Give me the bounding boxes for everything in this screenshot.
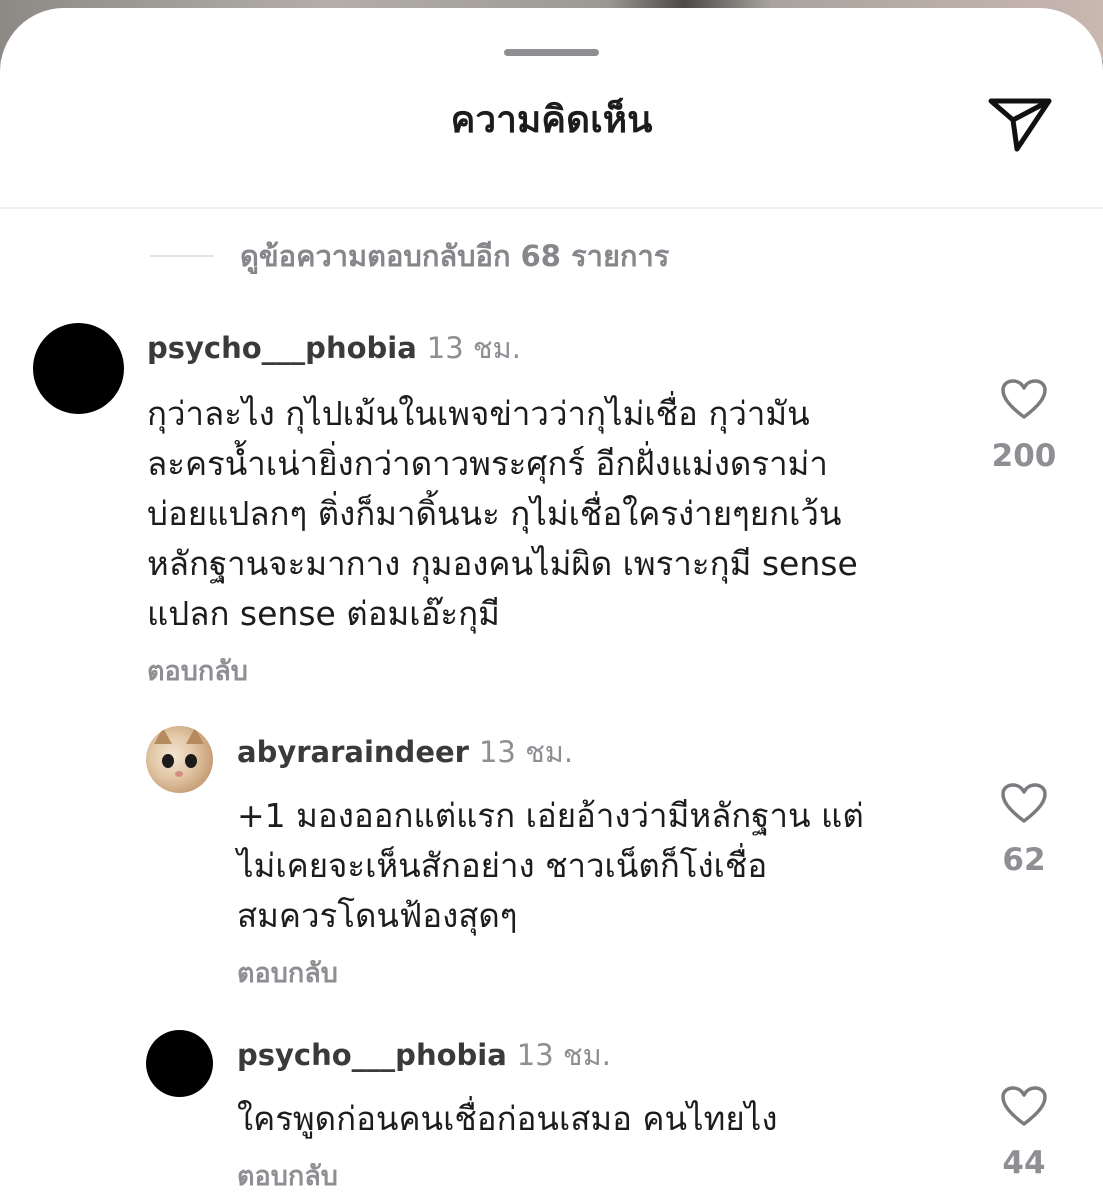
view-more-replies-button[interactable]: ดูข้อความตอบกลับอีก 68 รายการ bbox=[150, 236, 669, 276]
drag-handle[interactable] bbox=[504, 49, 599, 56]
comment-text-line: กุว่าละไง กุไปเม้นในเพจข่าวว่ากุไม่เชื่อ… bbox=[147, 394, 810, 433]
comment-timestamp: 13 ชม. bbox=[426, 331, 521, 365]
comment-text-line: หลักฐานจะมากาง กุมองคนไม่ผิด เพราะกุมี s… bbox=[147, 544, 858, 583]
header-divider bbox=[0, 207, 1103, 209]
reply-button[interactable]: ตอบกลับ bbox=[237, 957, 338, 991]
avatar[interactable] bbox=[146, 1030, 213, 1097]
heart-icon bbox=[1001, 783, 1047, 823]
paper-plane-icon bbox=[988, 98, 1052, 152]
comment-text: ใครพูดก่อนคนเชื่อก่อนเสมอ คนไทยไง bbox=[237, 1094, 777, 1144]
comment-timestamp: 13 ชม. bbox=[478, 735, 574, 769]
reply-button[interactable]: ตอบกลับ bbox=[147, 655, 248, 689]
username-text[interactable]: abyraraindeer bbox=[237, 735, 469, 769]
view-more-replies-label: ดูข้อความตอบกลับอีก 68 รายการ bbox=[240, 239, 670, 273]
sheet-title: ความคิดเห็น bbox=[450, 98, 653, 141]
comment-text-line: ละครน้ำเน่ายิ่งกว่าดาวพระศุกร์ อีกฝั่งแม… bbox=[147, 444, 828, 483]
comment-text: กุว่าละไง กุไปเม้นในเพจข่าวว่ากุไม่เชื่อ… bbox=[147, 389, 858, 639]
heart-icon bbox=[1001, 379, 1047, 419]
like-count: 62 bbox=[1002, 842, 1046, 878]
comment-username[interactable]: abyraraindeer 13 ชม. bbox=[237, 734, 573, 770]
replies-divider-line bbox=[150, 255, 214, 257]
comment-username[interactable]: psycho___phobia 13 ชม. bbox=[237, 1037, 611, 1073]
cat-nose bbox=[175, 771, 183, 777]
like-button[interactable]: 44 bbox=[979, 1085, 1069, 1181]
comment-text: +1 มองออกแต่แรก เอ่ยอ้างว่ามีหลักฐาน แต่… bbox=[237, 791, 864, 941]
comment-text-line: บ่อยแปลกๆ ติ่งก็มาดิ้นนะ กุไม่เชื่อใครง่… bbox=[147, 494, 842, 533]
comment-text-line: ใครพูดก่อนคนเชื่อก่อนเสมอ คนไทยไง bbox=[237, 1099, 778, 1138]
comment-text-line: แปลก sense ต่อมเอ๊ะกุมี bbox=[147, 594, 500, 633]
like-count: 44 bbox=[1002, 1145, 1046, 1181]
cat-eye bbox=[162, 754, 174, 768]
share-button[interactable] bbox=[986, 90, 1054, 154]
heart-icon bbox=[1001, 1086, 1047, 1126]
like-button[interactable]: 200 bbox=[979, 378, 1069, 474]
comment-timestamp: 13 ชม. bbox=[516, 1038, 611, 1072]
cat-ear bbox=[154, 728, 172, 744]
avatar[interactable] bbox=[146, 726, 213, 793]
comment-text-line: +1 มองออกแต่แรก เอ่ยอ้างว่ามีหลักฐาน แต่ bbox=[237, 796, 864, 835]
cat-eye bbox=[185, 754, 197, 768]
comment-username[interactable]: psycho___phobia 13 ชม. bbox=[147, 330, 521, 366]
comment-text-line: ไม่เคยจะเห็นสักอย่าง ชาวเน็ตก็โง่เชื่อ bbox=[237, 846, 768, 885]
username-text[interactable]: psycho___phobia bbox=[237, 1038, 507, 1072]
like-button[interactable]: 62 bbox=[979, 782, 1069, 878]
reply-button[interactable]: ตอบกลับ bbox=[237, 1160, 338, 1194]
like-count: 200 bbox=[991, 438, 1057, 474]
avatar[interactable] bbox=[33, 323, 124, 414]
username-text[interactable]: psycho___phobia bbox=[147, 331, 417, 365]
comments-sheet: ความคิดเห็น ดูข้อความตอบกลับอีก 68 รายกา… bbox=[0, 8, 1103, 1200]
cat-ear bbox=[186, 728, 204, 744]
comment-text-line: สมควรโดนฟ้องสุดๆ bbox=[237, 896, 518, 935]
